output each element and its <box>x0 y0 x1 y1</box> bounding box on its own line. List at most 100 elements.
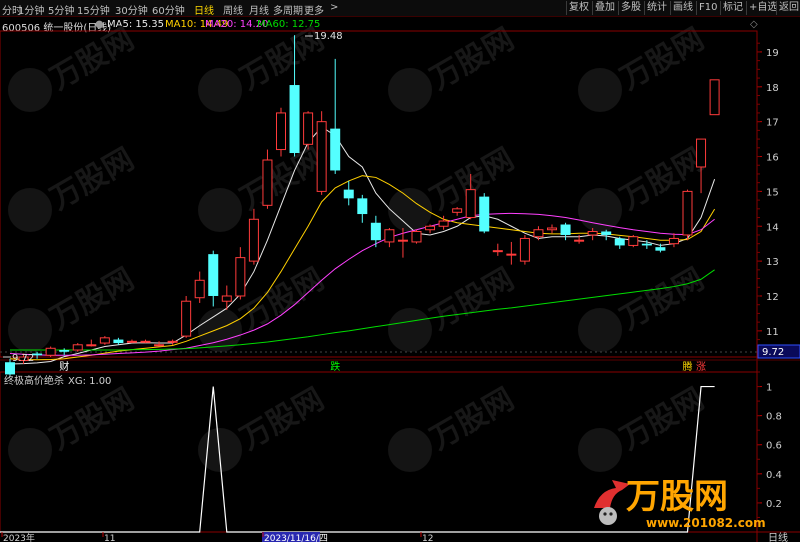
watermark-layer: 万股网 万股网 万股网 万股网万股网 万股网 万股网 万股网万股网 万股网 万股网 万股网万股网万… <box>8 22 710 472</box>
y-tick-label: 17 <box>766 118 779 129</box>
candle-body <box>492 250 503 253</box>
event-marker[interactable]: 涨 <box>696 361 706 373</box>
event-markers: 财 跌 腾涨 <box>59 360 706 373</box>
candle-body <box>425 225 436 231</box>
event-marker[interactable]: 跌 <box>330 360 340 373</box>
y-tick-label: 12 <box>766 292 779 303</box>
watermark-text: 万股网 <box>425 22 520 97</box>
watermark-mascot-icon <box>388 428 432 472</box>
candle-body <box>696 138 707 168</box>
watermark-text: 万股网 <box>615 262 710 337</box>
candle-body <box>303 112 314 145</box>
candle-body <box>194 279 205 299</box>
candle-body <box>614 238 625 246</box>
candle <box>452 207 463 216</box>
candle <box>614 236 625 249</box>
candle-body <box>438 220 449 227</box>
candle-body <box>126 340 137 343</box>
candle <box>194 271 205 303</box>
indicator-tick-label: 1 <box>766 383 772 394</box>
watermark-mascot-icon <box>8 308 52 352</box>
candle-body <box>248 218 259 262</box>
candle-body <box>262 159 273 206</box>
candle-body <box>330 128 341 171</box>
candle-body <box>370 222 381 241</box>
watermark-text: 万股网 <box>425 262 520 337</box>
candle <box>709 79 720 116</box>
y-tick-label: 11 <box>766 327 779 338</box>
main-y-axis: 11 12 13 14 15 16 17 18 19 <box>757 42 779 349</box>
candle <box>560 222 571 241</box>
candle-body <box>533 229 544 238</box>
candle-body <box>357 198 368 215</box>
watermark-text: 万股网 <box>615 22 710 97</box>
candle <box>506 241 517 265</box>
candle-body <box>465 189 476 219</box>
candle-body <box>154 344 165 347</box>
candle <box>45 346 56 357</box>
candle-body <box>59 350 70 352</box>
candle <box>72 343 83 352</box>
x-tick-label: 2023/11/16/四 <box>264 534 328 542</box>
candle <box>479 193 490 234</box>
indicator-tick-label: 0.8 <box>766 412 782 423</box>
watermark-mascot-icon <box>198 188 242 232</box>
candle-body <box>519 237 530 262</box>
indicator-value: XG: 1.00 <box>68 376 111 387</box>
indicator-title[interactable]: 终极高价绝杀 <box>4 374 64 387</box>
candle-body <box>601 231 612 235</box>
y-tick-label: 18 <box>766 83 779 94</box>
candle <box>276 107 286 157</box>
x-tick-label: 11 <box>104 534 115 542</box>
watermark-text: 万股网 <box>235 382 330 457</box>
candle-body <box>140 340 151 343</box>
watermark-mascot-icon <box>388 308 432 352</box>
candle <box>682 189 693 241</box>
y-tick-label: 16 <box>766 153 779 164</box>
watermark-text: 万股网 <box>45 142 140 217</box>
period-label: 日线 <box>768 531 788 542</box>
candle <box>126 339 137 344</box>
candle-body <box>709 79 720 116</box>
watermark-mascot-icon <box>8 188 52 232</box>
candle-body <box>397 239 408 242</box>
event-marker[interactable]: 腾 <box>683 360 693 373</box>
candle <box>519 234 530 265</box>
date-axis: 2023年 11 2023/11/16/四 12 <box>1 532 433 542</box>
watermark-mascot-icon <box>578 188 622 232</box>
candle <box>547 224 557 234</box>
candle <box>59 348 70 356</box>
watermark-text: 万股网 <box>45 22 140 97</box>
watermark-mascot-icon <box>8 68 52 112</box>
watermark-text: 万股网 <box>235 262 330 337</box>
watermark-text: 万股网 <box>45 262 140 337</box>
watermark-mascot-icon <box>8 428 52 472</box>
logo-text: 万股网 <box>626 477 728 517</box>
candle-body <box>113 339 124 344</box>
candle-body <box>384 229 395 243</box>
candle-body <box>99 337 110 344</box>
candle-body <box>343 189 354 199</box>
candle-body <box>479 196 490 232</box>
logo-mascot-icon <box>599 507 617 525</box>
watermark-mascot-icon <box>578 428 622 472</box>
watermark-mascot-icon <box>578 308 622 352</box>
high-price-label: 19.48 <box>314 31 343 42</box>
watermark-mascot-icon <box>198 68 242 112</box>
logo-arrow-icon <box>594 480 630 508</box>
y-tick-label: 14 <box>766 222 779 233</box>
candle <box>303 111 314 150</box>
candle <box>262 149 273 209</box>
candle <box>668 233 679 248</box>
candle <box>316 111 327 195</box>
candle <box>384 227 395 248</box>
event-marker[interactable]: 财 <box>59 360 69 373</box>
candle <box>330 58 341 174</box>
current-price-text: 9.72 <box>762 347 784 358</box>
candle-body <box>641 243 652 246</box>
candle <box>357 194 368 223</box>
watermark-text: 万股网 <box>425 382 520 457</box>
candle-body <box>452 208 463 213</box>
candle-body <box>560 224 571 235</box>
logo-url: www.201082.com <box>646 516 766 530</box>
